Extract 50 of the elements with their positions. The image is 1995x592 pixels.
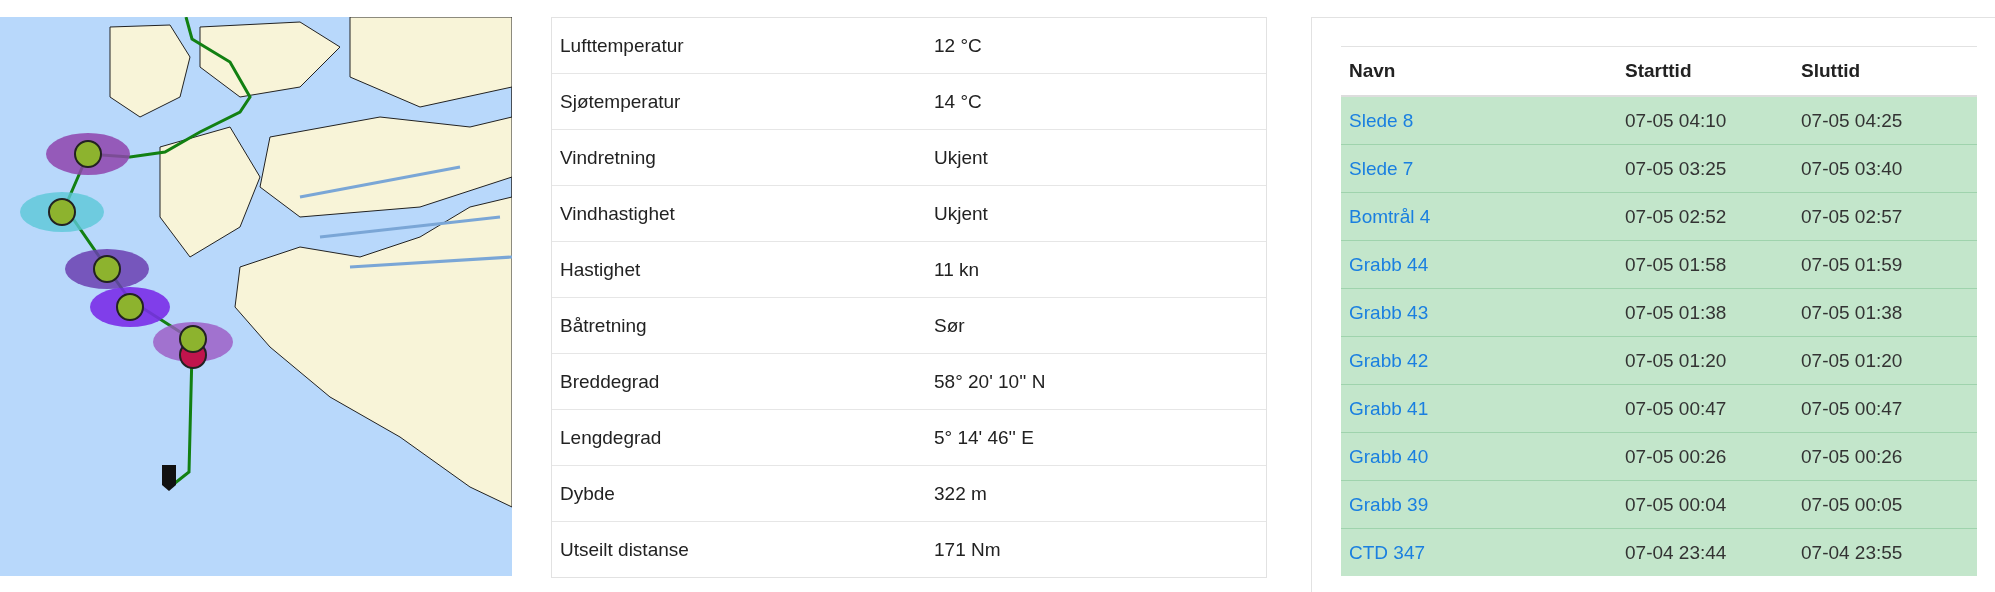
station-link[interactable]: Grabb 41 bbox=[1349, 397, 1429, 419]
table-cell: 07-04 23:55 bbox=[1801, 541, 1903, 563]
station-link[interactable]: Bomtrål 4 bbox=[1349, 205, 1431, 227]
field-value: 12 °C bbox=[934, 34, 982, 57]
table-cell: 07-05 00:47 bbox=[1625, 397, 1727, 419]
table-cell: 07-05 01:38 bbox=[1801, 301, 1903, 323]
field-value: Sør bbox=[934, 314, 965, 337]
field-value: 14 °C bbox=[934, 90, 982, 113]
table-cell: 07-05 01:38 bbox=[1625, 301, 1727, 323]
field-label: Lengdegrad bbox=[559, 426, 663, 449]
field-value: 11 kn bbox=[934, 258, 980, 281]
table-cell: 07-05 00:05 bbox=[1801, 493, 1903, 515]
table-cell: 07-05 04:10 bbox=[1625, 109, 1727, 131]
station-link[interactable]: Grabb 44 bbox=[1349, 253, 1429, 275]
field-value: Ukjent bbox=[934, 202, 988, 225]
table-cell: 07-05 02:52 bbox=[1625, 205, 1727, 227]
table-cell: 07-05 00:04 bbox=[1625, 493, 1727, 515]
field-label: Breddegrad bbox=[559, 370, 661, 393]
station-link[interactable]: Slede 8 bbox=[1349, 109, 1414, 131]
station-link[interactable]: Grabb 40 bbox=[1349, 445, 1429, 467]
field-value: 58° 20' 10'' N bbox=[934, 370, 1046, 393]
field-value: 5° 14' 46'' E bbox=[934, 426, 1034, 449]
table-cell: 07-05 00:26 bbox=[1625, 445, 1727, 467]
table-cell: 07-05 01:59 bbox=[1801, 253, 1903, 275]
table-cell: 07-05 01:20 bbox=[1625, 349, 1727, 371]
field-value: Ukjent bbox=[934, 146, 988, 169]
field-label: Båtretning bbox=[559, 314, 648, 337]
table-cell: 07-05 02:57 bbox=[1801, 205, 1903, 227]
table-cell: 07-05 03:25 bbox=[1625, 157, 1727, 179]
table-cell: 07-05 01:58 bbox=[1625, 253, 1727, 275]
station-link[interactable]: CTD 347 bbox=[1349, 541, 1426, 563]
station-link[interactable]: Grabb 39 bbox=[1349, 493, 1429, 515]
field-label: Dybde bbox=[559, 482, 616, 505]
station-link[interactable]: Grabb 43 bbox=[1349, 301, 1429, 323]
station-link[interactable]: Slede 7 bbox=[1349, 157, 1414, 179]
table-cell: 07-05 00:26 bbox=[1801, 445, 1903, 467]
table-cell: 07-05 00:47 bbox=[1801, 397, 1903, 419]
field-label: Vindhastighet bbox=[559, 202, 676, 225]
field-label: Vindretning bbox=[559, 146, 657, 169]
field-value: 171 Nm bbox=[934, 538, 1001, 561]
table-cell: 07-05 01:20 bbox=[1801, 349, 1903, 371]
table-cell: 07-05 04:25 bbox=[1801, 109, 1903, 131]
station-link[interactable]: Grabb 42 bbox=[1349, 349, 1429, 371]
field-label: Lufttemperatur bbox=[559, 34, 685, 57]
field-label: Sjøtemperatur bbox=[559, 90, 682, 113]
table-cell: 07-04 23:44 bbox=[1625, 541, 1727, 563]
table-cell: 07-05 03:40 bbox=[1801, 157, 1903, 179]
field-label: Hastighet bbox=[559, 258, 642, 281]
field-value: 322 m bbox=[934, 482, 987, 505]
field-label: Utseilt distanse bbox=[559, 538, 690, 561]
